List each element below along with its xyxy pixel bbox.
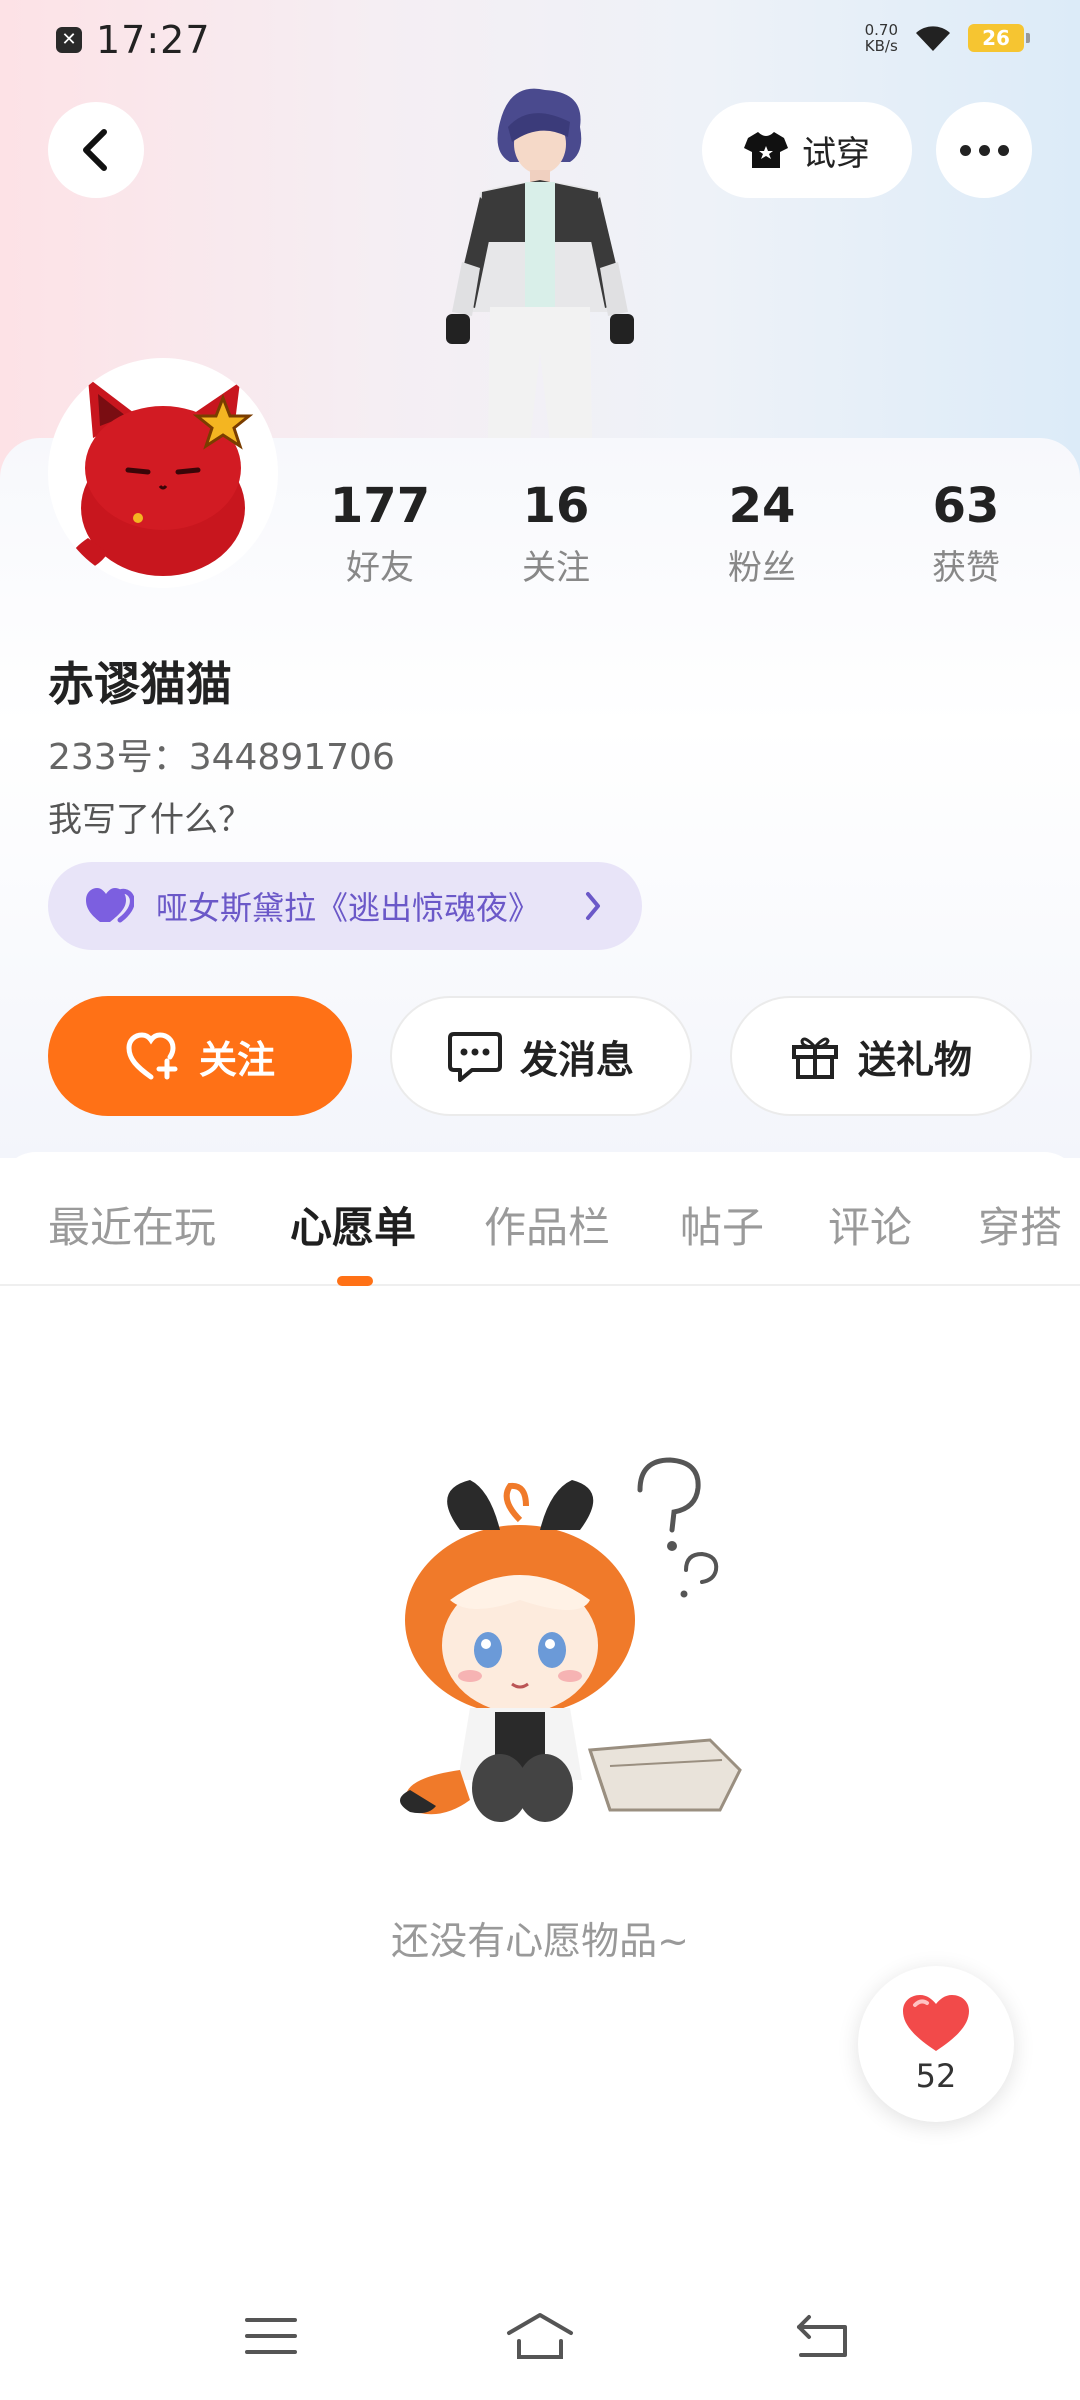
battery-indicator: 26 (968, 24, 1030, 52)
tab-posts[interactable]: 帖子 (680, 1194, 764, 1255)
active-tab-indicator (337, 1276, 373, 1286)
stat-value: 177 (329, 478, 431, 534)
home-button[interactable] (505, 2308, 575, 2364)
avatar[interactable] (48, 358, 278, 588)
follow-button[interactable]: 关注 (48, 996, 352, 1116)
network-speed-value: 0.70 (864, 21, 898, 39)
stat-likes[interactable]: 63 获赞 (886, 478, 1046, 589)
tab-wishlist[interactable]: 心愿单 (290, 1194, 416, 1255)
profile-tabs: 最近在玩 心愿单 作品栏 帖子 评论 穿搭 (0, 1152, 1080, 1286)
follow-label: 关注 (198, 1037, 275, 1082)
network-speed: 0.70 KB/s (865, 22, 898, 54)
send-gift-button[interactable]: 送礼物 (730, 996, 1032, 1116)
avatar-3d-figure[interactable] (420, 82, 650, 442)
status-left: ✕ 17:27 (56, 18, 211, 62)
notification-x-icon: ✕ (56, 27, 82, 53)
more-dot (959, 144, 971, 156)
try-on-button[interactable]: 试穿 (702, 102, 912, 198)
heart-plus-icon (126, 1032, 178, 1080)
chat-bubble-icon (447, 1032, 502, 1082)
status-bar: ✕ 17:27 0.70 KB/s 26 (0, 0, 1080, 84)
message-label: 发消息 (519, 1037, 634, 1082)
gift-label: 送礼物 (857, 1037, 972, 1082)
empty-state-illustration (400, 1457, 742, 1822)
more-dot (978, 144, 990, 156)
like-button[interactable]: 52 (858, 1966, 1014, 2122)
profile-name: 赤谬猫猫 (48, 657, 232, 711)
return-icon (797, 2315, 847, 2357)
stat-label: 好友 (346, 548, 414, 588)
home-icon (507, 2313, 573, 2359)
more-options-button[interactable] (936, 102, 1032, 198)
stat-friends[interactable]: 177 好友 (300, 478, 460, 589)
playing-game-chip[interactable]: 哑女斯黛拉《逃出惊魂夜》 (48, 862, 642, 950)
system-navigation-bar (0, 2290, 1080, 2380)
stat-label: 粉丝 (728, 548, 796, 588)
gift-icon (791, 1037, 838, 1079)
stat-value: 16 (522, 478, 590, 534)
red-cat-avatar-image (70, 378, 254, 576)
like-count: 52 (915, 2057, 957, 2095)
status-time: 17:27 (96, 18, 211, 62)
tab-works[interactable]: 作品栏 (484, 1194, 610, 1255)
profile-bio: 我写了什么？ (48, 800, 252, 840)
status-right: 0.70 KB/s 26 (865, 22, 1030, 54)
stat-followers[interactable]: 24 粉丝 (682, 478, 842, 589)
heart-icon (903, 1995, 969, 2051)
stat-value: 24 (728, 478, 796, 534)
recent-apps-button[interactable] (236, 2308, 306, 2364)
action-buttons: 关注 发消息 送礼物 (48, 996, 1032, 1118)
stat-label: 关注 (522, 548, 590, 588)
empty-state-text: 还没有心愿物品~ (391, 1919, 689, 1963)
stat-following[interactable]: 16 关注 (476, 478, 636, 589)
tab-comments[interactable]: 评论 (828, 1194, 912, 1255)
network-speed-unit: KB/s (864, 37, 898, 55)
back-nav-button[interactable] (788, 2308, 858, 2364)
menu-icon (245, 2318, 297, 2354)
back-button[interactable] (48, 102, 144, 198)
send-message-button[interactable]: 发消息 (390, 996, 692, 1116)
wifi-icon (916, 26, 950, 51)
try-on-label: 试穿 (802, 133, 870, 174)
tshirt-icon (744, 132, 788, 168)
chevron-left-icon (83, 129, 107, 171)
stat-label: 获赞 (932, 548, 1000, 588)
tab-recently-played[interactable]: 最近在玩 (48, 1194, 216, 1255)
profile-stats: 177 好友 16 关注 24 粉丝 63 获赞 (300, 478, 1060, 598)
profile-uid[interactable]: 233号：344891706 (48, 728, 395, 780)
stat-value: 63 (932, 478, 1000, 534)
game-chip-label: 哑女斯黛拉《逃出惊魂夜》 (156, 889, 541, 927)
more-dot (997, 144, 1009, 156)
tab-outfits[interactable]: 穿搭 (978, 1194, 1062, 1255)
chevron-right-icon (586, 892, 600, 920)
double-heart-icon (86, 888, 134, 923)
